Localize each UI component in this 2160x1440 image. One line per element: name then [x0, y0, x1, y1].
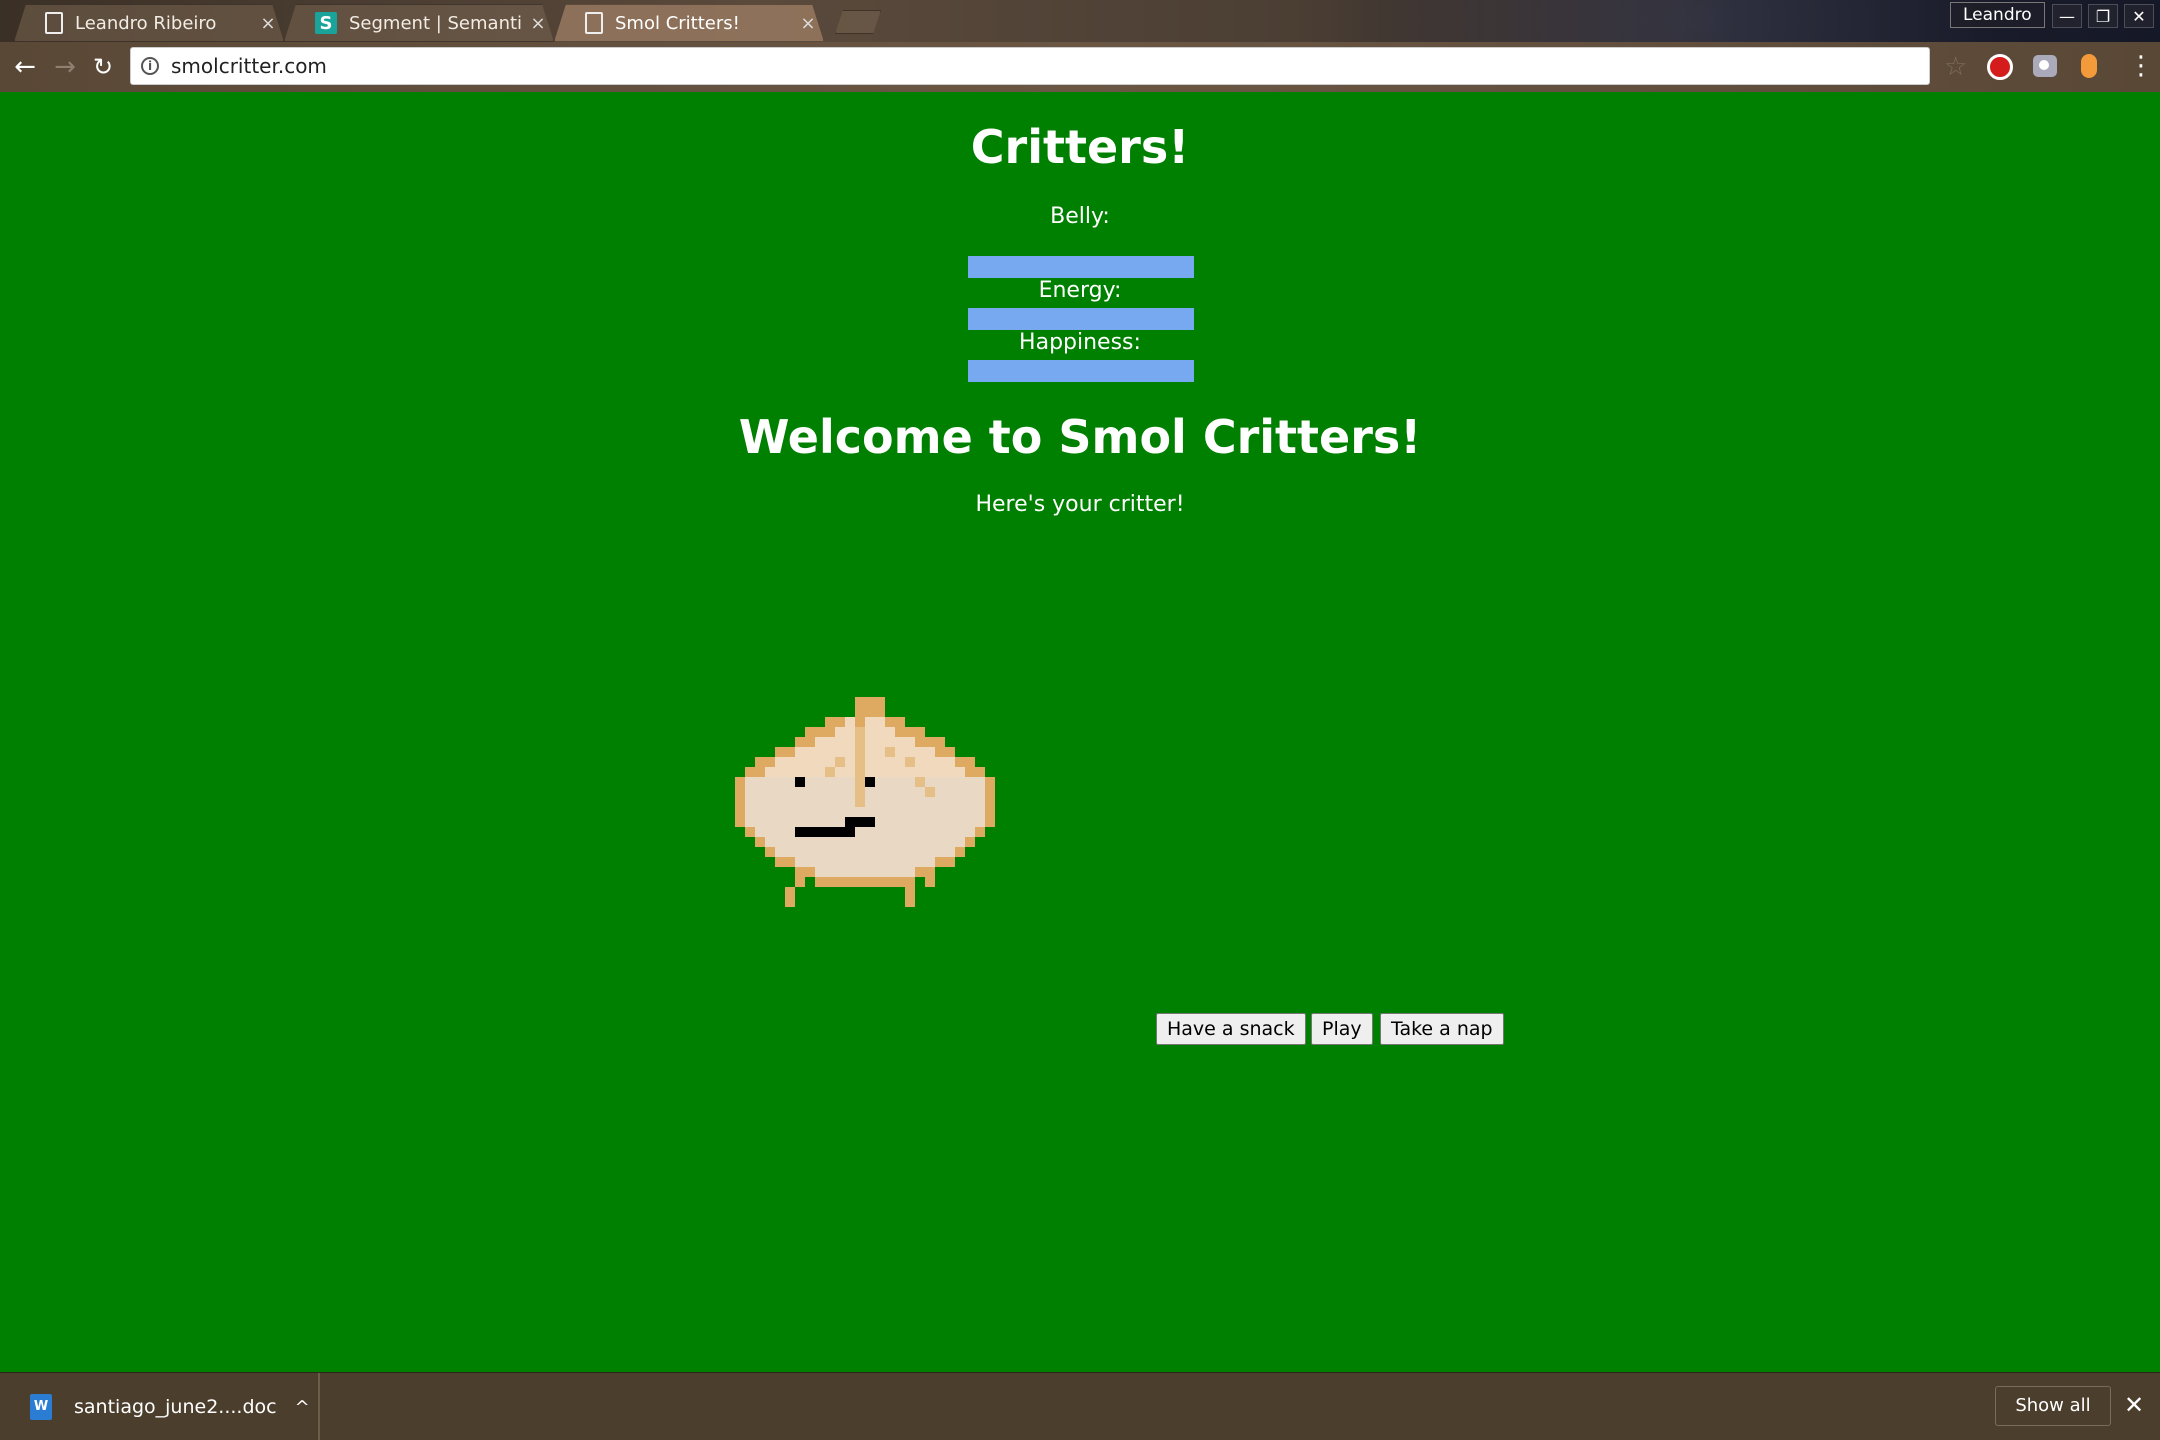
happiness-bar — [968, 360, 1194, 382]
take-a-nap-button[interactable]: Take a nap — [1380, 1013, 1504, 1045]
happiness-bar-fill — [968, 360, 1194, 382]
show-all-button[interactable]: Show all — [1995, 1386, 2111, 1426]
tab-title: Segment | Semantic — [349, 12, 523, 34]
forward-arrow-icon[interactable]: → — [48, 50, 82, 84]
belly-bar — [968, 256, 1194, 278]
word-doc-icon: W — [30, 1394, 52, 1420]
bookmark-star-icon[interactable]: ☆ — [1944, 52, 1967, 82]
play-button[interactable]: Play — [1311, 1013, 1373, 1045]
extension-red-icon[interactable] — [1987, 54, 2013, 80]
profile-button[interactable]: Leandro — [1950, 2, 2045, 28]
chevron-up-icon[interactable]: ^ — [295, 1397, 310, 1418]
page-icon — [45, 12, 63, 34]
critter-subtitle: Here's your critter! — [975, 492, 1185, 517]
page-icon — [585, 12, 603, 34]
download-file-name: santiago_june2....doc — [74, 1396, 277, 1418]
camera-extension-icon[interactable] — [2033, 55, 2057, 77]
download-item[interactable]: W santiago_june2....doc ^ — [18, 1373, 320, 1440]
energy-label: Energy: — [1038, 278, 1122, 303]
tab-title: Leandro Ribeiro — [75, 12, 217, 34]
close-icon[interactable]: ✕ — [2124, 1391, 2144, 1419]
have-a-snack-button[interactable]: Have a snack — [1156, 1013, 1306, 1045]
critter-image — [735, 697, 995, 907]
back-arrow-icon[interactable]: ← — [8, 50, 42, 84]
menu-icon[interactable]: ⋮ — [2128, 52, 2154, 82]
close-icon[interactable]: × — [793, 13, 823, 34]
minimize-icon[interactable]: — — [2052, 4, 2082, 28]
url-text: smolcritter.com — [171, 54, 327, 78]
new-tab-button[interactable] — [835, 10, 881, 34]
close-icon[interactable]: × — [523, 13, 553, 34]
browser-chrome: Leandro Ribeiro × S Segment | Semantic ×… — [0, 0, 2160, 92]
belly-bar-fill — [968, 256, 1194, 278]
tab-title: Smol Critters! — [615, 12, 740, 34]
download-shelf: W santiago_june2....doc ^ Show all ✕ — [0, 1372, 2160, 1440]
info-icon[interactable]: i — [141, 57, 159, 75]
belly-label: Belly: — [1050, 204, 1110, 229]
extension-orange-icon[interactable] — [2081, 54, 2097, 78]
page-title: Critters! — [970, 120, 1190, 174]
tab-smol-critters[interactable]: Smol Critters! × — [554, 4, 824, 42]
close-icon[interactable]: × — [253, 13, 283, 34]
address-bar[interactable]: i smolcritter.com — [130, 47, 1930, 85]
energy-bar — [968, 308, 1194, 330]
happiness-label: Happiness: — [1019, 330, 1141, 355]
reload-icon[interactable]: ↻ — [86, 50, 120, 84]
restore-icon[interactable]: ❐ — [2088, 4, 2118, 28]
tab-leandro-ribeiro[interactable]: Leandro Ribeiro × — [14, 4, 284, 42]
browser-toolbar: ← → ↻ i smolcritter.com ☆ ⋮ — [0, 42, 2160, 92]
window-close-icon[interactable]: ✕ — [2124, 4, 2154, 28]
segment-icon: S — [315, 12, 337, 34]
page-content: Critters! Belly: Energy: Happiness: Welc… — [0, 92, 2160, 1372]
tab-strip: Leandro Ribeiro × S Segment | Semantic ×… — [0, 0, 2160, 42]
tab-segment[interactable]: S Segment | Semantic × — [284, 4, 554, 42]
energy-bar-fill — [968, 308, 1194, 330]
welcome-heading: Welcome to Smol Critters! — [738, 410, 1422, 464]
